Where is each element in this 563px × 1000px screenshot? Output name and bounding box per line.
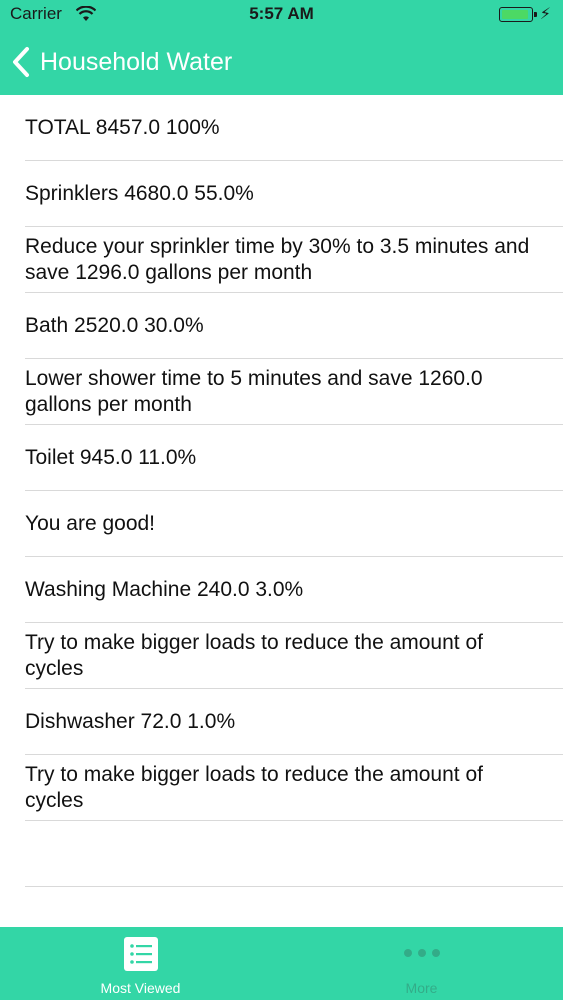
list-item-text: Bath 2520.0 30.0%	[25, 313, 204, 337]
tab-more[interactable]: More	[281, 927, 562, 1000]
list-item[interactable]: TOTAL 8457.0 100%	[25, 95, 563, 161]
tab-label: Most Viewed	[100, 980, 181, 996]
list-item-text: Dishwasher 72.0 1.0%	[25, 709, 236, 733]
list-item[interactable]: Washing Machine 240.0 3.0%	[25, 557, 563, 623]
list-item[interactable]: Bath 2520.0 30.0%	[25, 293, 563, 359]
status-time: 5:57 AM	[249, 4, 314, 23]
list-item-text: Sprinklers 4680.0 55.0%	[25, 181, 254, 205]
recommendation-list[interactable]: TOTAL 8457.0 100% Sprinklers 4680.0 55.0…	[0, 95, 563, 927]
list-item-text: Reduce your sprinkler time by 30% to 3.5…	[25, 234, 530, 284]
battery-icon	[499, 7, 537, 22]
list-item-empty[interactable]	[25, 821, 563, 887]
list-item[interactable]: You are good!	[25, 491, 563, 557]
status-bar: Carrier 5:57 AM ⚡	[0, 0, 563, 30]
list-item-text: Toilet 945.0 11.0%	[25, 445, 197, 469]
list-item[interactable]: Sprinklers 4680.0 55.0%	[25, 161, 563, 227]
navigation-bar: Household Water	[0, 30, 563, 95]
back-button[interactable]: Household Water	[10, 44, 232, 80]
page-title: Household Water	[40, 47, 233, 76]
tab-label: More	[405, 980, 438, 996]
list-item-text: Try to make bigger loads to reduce the a…	[25, 762, 483, 812]
tab-bar: Most Viewed More	[0, 927, 563, 1000]
list-item-text: Lower shower time to 5 minutes and save …	[25, 366, 483, 416]
chevron-left-icon	[13, 47, 29, 77]
list-item-text: Try to make bigger loads to reduce the a…	[25, 630, 483, 680]
list-item-text: TOTAL 8457.0 100%	[25, 115, 220, 139]
list-item[interactable]: Reduce your sprinkler time by 30% to 3.5…	[25, 227, 563, 293]
list-item[interactable]: Lower shower time to 5 minutes and save …	[25, 359, 563, 425]
list-item-text: You are good!	[25, 511, 156, 535]
list-item[interactable]: Try to make bigger loads to reduce the a…	[25, 755, 563, 821]
charging-bolt-icon: ⚡	[539, 6, 551, 23]
more-icon	[403, 949, 440, 957]
list-icon	[123, 937, 158, 971]
list-item-text: Washing Machine 240.0 3.0%	[25, 577, 304, 601]
tab-most-viewed[interactable]: Most Viewed	[0, 927, 281, 1000]
list-item[interactable]: Try to make bigger loads to reduce the a…	[25, 623, 563, 689]
list-item[interactable]: Dishwasher 72.0 1.0%	[25, 689, 563, 755]
list-item[interactable]: Toilet 945.0 11.0%	[25, 425, 563, 491]
